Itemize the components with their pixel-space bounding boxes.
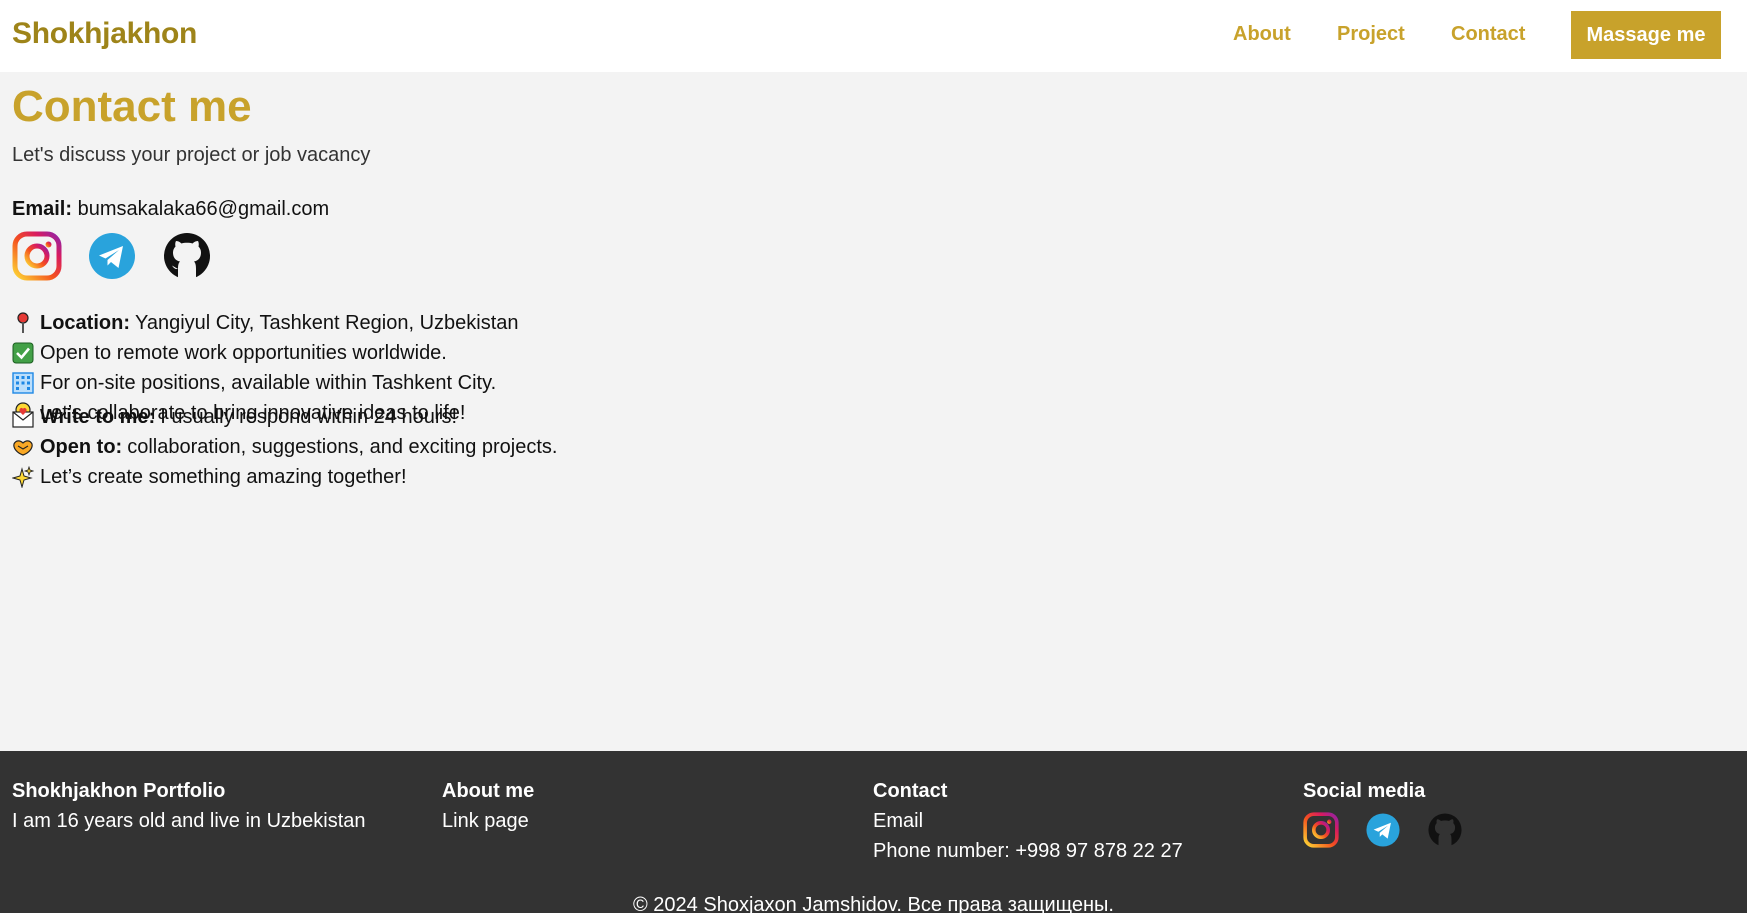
footer-email-link[interactable]: Email xyxy=(873,810,923,832)
footer-contact-column: Contact Email Phone number: +998 97 878 … xyxy=(873,780,1183,870)
footer-social-title: Social media xyxy=(1303,780,1426,802)
top-navbar: Shokhjakhon About Project Contact Massag… xyxy=(0,0,1747,72)
page-subtitle: Let's discuss your project or job vacanc… xyxy=(12,144,371,166)
open-to-row: Open to: collaboration, suggestions, and … xyxy=(12,432,557,462)
check-mark-icon xyxy=(12,342,34,364)
sparkles-icon xyxy=(12,466,34,488)
copyright-text: © 2024 Shoxjaxon Jamshidov. Все права за… xyxy=(633,894,1114,913)
onsite-text: For on-site positions, available within … xyxy=(40,371,497,394)
write-label: Write to me: xyxy=(40,405,156,428)
message-me-button[interactable]: Massage me xyxy=(1571,11,1721,59)
location-label: Location: xyxy=(40,311,130,334)
handshake-icon xyxy=(12,436,34,458)
footer-about-column: About me Link page xyxy=(442,780,534,840)
social-links xyxy=(12,231,212,281)
footer-portfolio-title: Shokhjakhon Portfolio xyxy=(12,780,226,802)
github-icon[interactable] xyxy=(1427,812,1463,848)
create-text: Let’s create something amazing together! xyxy=(40,465,407,488)
pin-icon xyxy=(12,312,34,334)
envelope-heart-icon xyxy=(12,406,34,428)
open-to-label: Open to: xyxy=(40,435,123,458)
footer-portfolio-text: I am 16 years old and live in Uzbekistan xyxy=(12,810,366,832)
github-icon[interactable] xyxy=(162,231,212,281)
location-value: Yangiyul City, Tashkent Region, Uzbekist… xyxy=(135,311,519,334)
footer-portfolio-column: Shokhjakhon Portfolio I am 16 years old … xyxy=(12,780,366,840)
office-building-icon xyxy=(12,372,34,394)
telegram-icon[interactable] xyxy=(1365,812,1401,848)
info-list-secondary: Write to me: I usually respond within 24 … xyxy=(12,402,557,492)
nav-contact-link[interactable]: Contact xyxy=(1451,23,1525,46)
email-value[interactable]: bumsakalaka66@gmail.com xyxy=(78,198,330,220)
write-row: Write to me: I usually respond within 24 … xyxy=(12,402,557,432)
brand-logo[interactable]: Shokhjakhon xyxy=(12,17,197,51)
telegram-icon[interactable] xyxy=(87,231,137,281)
location-row: Location: Yangiyul City, Tashkent Region,… xyxy=(12,308,519,338)
remote-row: Open to remote work opportunities worldw… xyxy=(12,338,519,368)
remote-text: Open to remote work opportunities worldw… xyxy=(40,341,447,364)
footer-contact-title: Contact xyxy=(873,780,948,802)
instagram-icon[interactable] xyxy=(12,231,62,281)
site-footer: Shokhjakhon Portfolio I am 16 years old … xyxy=(0,751,1747,913)
email-line: Email: bumsakalaka66@gmail.com xyxy=(12,198,329,221)
instagram-icon[interactable] xyxy=(1303,812,1339,848)
email-label: Email: xyxy=(12,198,73,220)
create-row: Let’s create something amazing together! xyxy=(12,462,557,492)
footer-about-title: About me xyxy=(442,780,535,802)
onsite-row: For on-site positions, available within … xyxy=(12,368,519,398)
footer-social-column: Social media xyxy=(1303,780,1463,848)
open-to-value: collaboration, suggestions, and exciting… xyxy=(127,435,558,458)
footer-link-page[interactable]: Link page xyxy=(442,810,529,832)
write-value: I usually respond within 24 hours! xyxy=(160,405,458,428)
nav-about-link[interactable]: About xyxy=(1233,23,1291,46)
footer-phone: Phone number: +998 97 878 22 27 xyxy=(873,840,1183,862)
footer-social-links xyxy=(1303,812,1463,848)
page-title: Contact me xyxy=(12,82,252,131)
nav-project-link[interactable]: Project xyxy=(1337,23,1405,46)
